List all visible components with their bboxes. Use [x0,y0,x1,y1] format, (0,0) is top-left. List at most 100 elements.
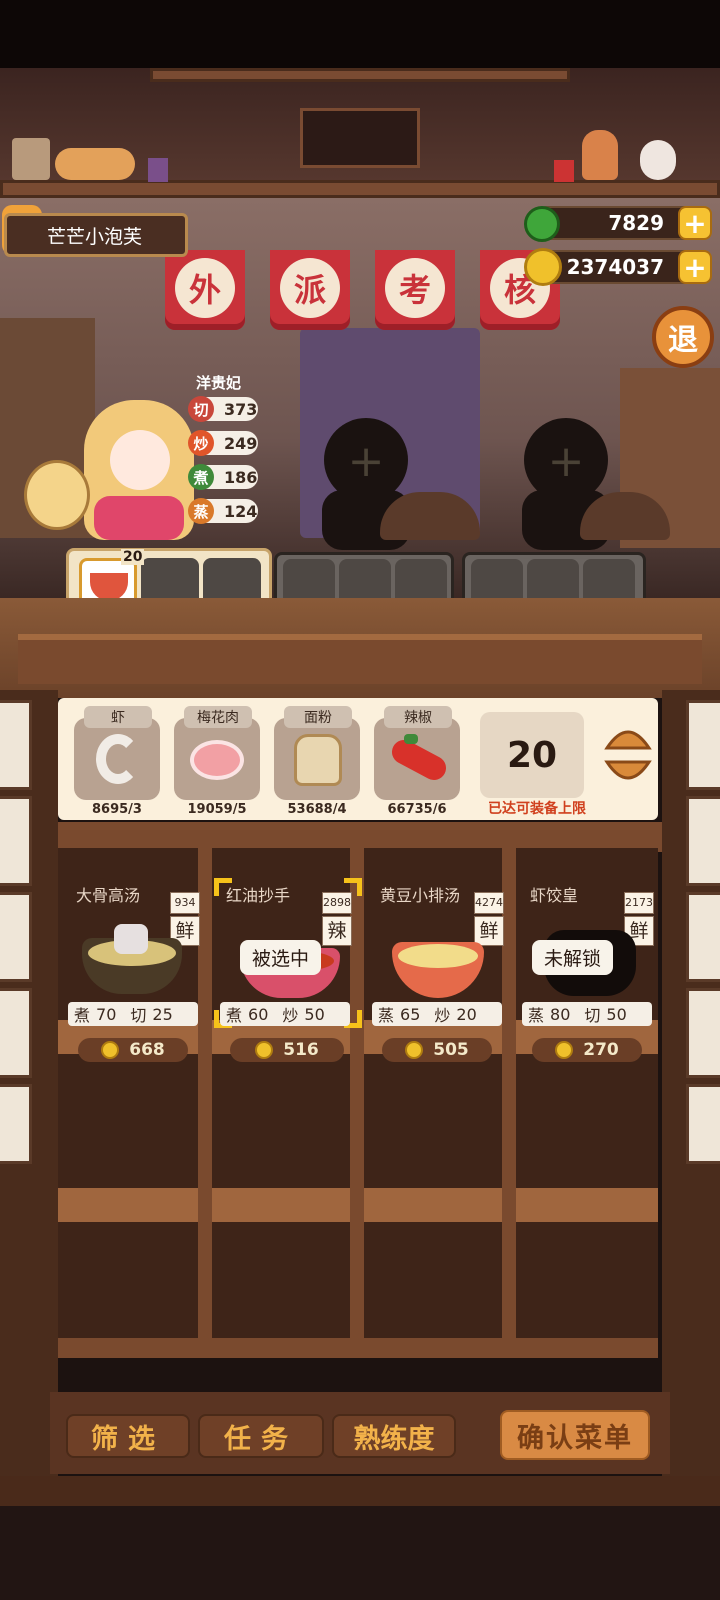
stat-value: 249 [224,433,258,453]
gold-coin-icon [524,248,562,286]
method-value: 80 [550,1004,571,1024]
svg-text:+: + [348,436,385,487]
filter-button[interactable]: 筛选 [66,1414,190,1458]
top-bar [0,0,720,68]
meat-icon [174,718,260,800]
method-value: 65 [400,1004,421,1024]
ingredient-count: 8695/3 [92,802,142,817]
limit-note: 已达可装备上限 [488,801,586,817]
add-gold-button[interactable]: + [678,250,712,284]
ingredient-pork[interactable]: 梅花肉 19059/5 [172,706,262,818]
fan-icon [24,460,90,530]
ingredient-chili[interactable]: 辣椒 66735/6 [372,706,462,818]
gold-coin-icon [255,1041,274,1059]
proficiency-button[interactable]: 熟练度 [332,1414,456,1458]
dish-name: 大骨高汤 [76,886,141,905]
exit-label: 退 [668,323,698,358]
cup-icon [554,160,574,182]
soup-pot-icon [82,924,182,994]
ingredient-count: 19059/5 [187,802,247,817]
price-value: 516 [283,1040,319,1060]
player-name: 芒芒小泡芙 [47,225,143,248]
method-value: 25 [152,1004,173,1024]
ingredient-name: 面粉 [284,706,352,728]
dish-price: 668 [78,1038,188,1062]
floor [0,1506,720,1600]
right-pillar [662,690,720,1490]
task-button[interactable]: 任务 [198,1414,324,1458]
gold-value: 2374037 [566,255,664,279]
rib-soup-bowl-icon [392,942,484,998]
ingredient-shrimp[interactable]: 虾 8695/3 [72,706,162,818]
method-label: 切 [130,1006,147,1025]
confirm-label: 确认菜单 [517,1422,633,1454]
dish-number: 4274 [474,892,504,914]
dish-number: 2173 [624,892,654,914]
stat-value: 373 [224,399,258,419]
stat-cut: 切 373 [188,396,258,422]
dish-card[interactable]: 黄豆小排汤 4274 鲜 蒸 65 炒 20 505 [368,878,508,1062]
exit-button[interactable]: 退 [652,306,714,368]
ingredient-name: 梅花肉 [184,706,252,728]
stat-fry: 炒 249 [188,430,258,456]
method-label: 切 [584,1006,601,1025]
cook-methods: 煮 70 切 25 [68,1002,198,1026]
dish-name: 虾饺皇 [530,886,579,905]
selected-badge: 被选中 [240,940,322,975]
chef-portrait[interactable] [84,400,194,540]
bottle-icon [148,158,168,182]
flavor-tag: 鲜 [474,916,504,946]
price-value: 668 [129,1040,165,1060]
locked-badge: 未解锁 [532,940,614,975]
method-label: 炒 [434,1006,451,1025]
method-label: 炒 [282,1006,299,1025]
dish-card[interactable]: 大骨高汤 934 鲜 煮 70 切 25 668 [64,878,204,1062]
method-label: 煮 [226,1006,243,1025]
quantity-display: 20 [480,712,584,798]
dish-card-selected[interactable]: 红油抄手 2898 辣 被选中 煮 60 炒 50 516 [214,878,368,1062]
proficiency-label: 熟练度 [353,1423,435,1455]
gold-coin-icon [101,1041,120,1059]
cook-methods: 蒸 80 切 50 [522,1002,652,1026]
quantity-up-arrow-icon[interactable] [603,716,653,752]
add-jade-button[interactable]: + [678,206,712,240]
player-name-box[interactable]: 芒芒小泡芙 [4,213,188,257]
banner-row: 外 派 考 核 [165,250,565,340]
flavor-tag: 辣 [322,916,352,946]
roof-background [0,68,720,198]
jade-icon [524,206,560,242]
ingredient-flour[interactable]: 面粉 53688/4 [272,706,362,818]
method-value: 50 [304,1004,325,1024]
quantity-down-arrow-icon[interactable] [603,758,653,794]
cat-icon [55,148,135,180]
dish-name: 黄豆小排汤 [380,886,461,905]
fry-icon: 炒 [188,430,214,456]
chili-icon [374,718,460,800]
method-label: 蒸 [528,1006,545,1025]
slot-count: 20 [121,549,145,565]
dish-card-locked[interactable]: 虾饺皇 2173 鲜 未解锁 蒸 80 切 50 270 [518,878,658,1062]
cook-methods: 蒸 65 炒 20 [372,1002,502,1026]
quantity-value: 20 [506,734,558,776]
jar-icon [12,138,50,180]
character-icon [582,130,618,180]
shrimp-icon [74,718,160,800]
stat-steam: 蒸 124 [188,498,258,524]
dish-price: 516 [230,1038,344,1062]
ingredient-name: 虾 [84,706,152,728]
gold-coin-icon [555,1041,574,1059]
method-label: 煮 [74,1006,91,1025]
cut-icon: 切 [188,396,214,422]
cook-methods: 煮 60 炒 50 [220,1002,350,1026]
cat-white-icon [640,140,676,180]
dish-number: 934 [170,892,200,914]
method-value: 70 [96,1004,117,1024]
chef-name: 洋贵妃 [196,374,242,392]
filter-label: 筛选 [91,1423,165,1455]
dish-name: 红油抄手 [226,886,291,905]
ingredient-name: 辣椒 [384,706,452,728]
flour-sack-icon [274,718,360,800]
confirm-menu-button[interactable]: 确认菜单 [500,1410,650,1460]
shelf-header [0,598,720,698]
banner: 外 [165,250,245,330]
